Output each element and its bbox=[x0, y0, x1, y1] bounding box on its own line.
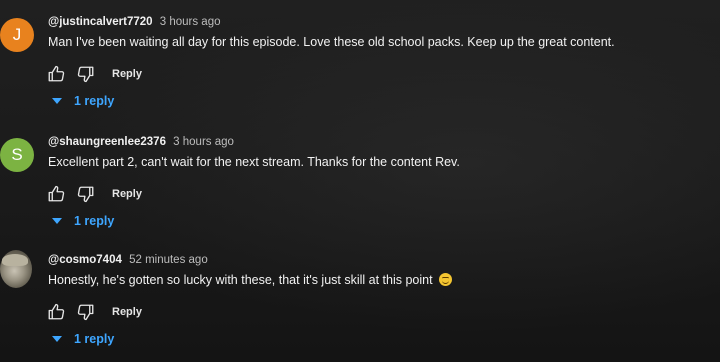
avatar-letter: J bbox=[12, 25, 22, 44]
reply-button[interactable]: Reply bbox=[112, 306, 142, 318]
comment-timestamp[interactable]: 52 minutes ago bbox=[129, 254, 208, 266]
comment-author[interactable]: @justincalvert7720 bbox=[48, 16, 153, 28]
view-replies-button[interactable]: 1 reply bbox=[52, 332, 114, 346]
replies-count: 1 reply bbox=[74, 332, 115, 346]
thumbs-down-icon bbox=[77, 186, 94, 203]
avatar[interactable] bbox=[0, 250, 32, 288]
thumbs-up-icon bbox=[48, 303, 65, 320]
replies-count: 1 reply bbox=[74, 214, 115, 228]
comment-timestamp[interactable]: 3 hours ago bbox=[160, 16, 221, 28]
comment-header: @shaungreenlee2376 3 hours ago bbox=[48, 136, 234, 148]
thumbs-down-icon bbox=[77, 304, 94, 321]
dislike-button[interactable] bbox=[76, 64, 96, 84]
avatar[interactable]: J bbox=[0, 18, 34, 52]
like-button[interactable] bbox=[46, 302, 66, 322]
view-replies-button[interactable]: 1 reply bbox=[52, 214, 114, 228]
comment-text-content: Honestly, he's gotten so lucky with thes… bbox=[48, 273, 433, 287]
dislike-button[interactable] bbox=[76, 302, 96, 322]
comment-text: Honestly, he's gotten so lucky with thes… bbox=[48, 273, 453, 287]
comment-actions: Reply bbox=[46, 64, 142, 84]
chevron-down-icon bbox=[52, 98, 62, 104]
comments-screen: J @justincalvert7720 3 hours ago Man I'v… bbox=[0, 0, 720, 362]
avatar-letter: S bbox=[11, 145, 23, 164]
comment-header: @cosmo7404 52 minutes ago bbox=[48, 254, 208, 266]
thumbs-up-icon bbox=[48, 185, 65, 202]
comment-actions: Reply bbox=[46, 302, 142, 322]
chevron-down-icon bbox=[52, 218, 62, 224]
like-button[interactable] bbox=[46, 184, 66, 204]
comment-timestamp[interactable]: 3 hours ago bbox=[173, 136, 234, 148]
dislike-button[interactable] bbox=[76, 184, 96, 204]
reply-button[interactable]: Reply bbox=[112, 188, 142, 200]
grimacing-face-emoji bbox=[439, 273, 453, 286]
comment-header: @justincalvert7720 3 hours ago bbox=[48, 16, 221, 28]
reply-button[interactable]: Reply bbox=[112, 68, 142, 80]
thumbs-up-icon bbox=[48, 65, 65, 82]
avatar-photo bbox=[2, 254, 28, 266]
view-replies-button[interactable]: 1 reply bbox=[52, 94, 114, 108]
like-button[interactable] bbox=[46, 64, 66, 84]
comment-text: Man I've been waiting all day for this e… bbox=[48, 35, 615, 49]
avatar[interactable]: S bbox=[0, 138, 34, 172]
chevron-down-icon bbox=[52, 336, 62, 342]
comment-actions: Reply bbox=[46, 184, 142, 204]
thumbs-down-icon bbox=[77, 66, 94, 83]
comment-author[interactable]: @cosmo7404 bbox=[48, 254, 122, 266]
replies-count: 1 reply bbox=[74, 94, 115, 108]
comment-author[interactable]: @shaungreenlee2376 bbox=[48, 136, 166, 148]
comment-text: Excellent part 2, can't wait for the nex… bbox=[48, 155, 460, 169]
